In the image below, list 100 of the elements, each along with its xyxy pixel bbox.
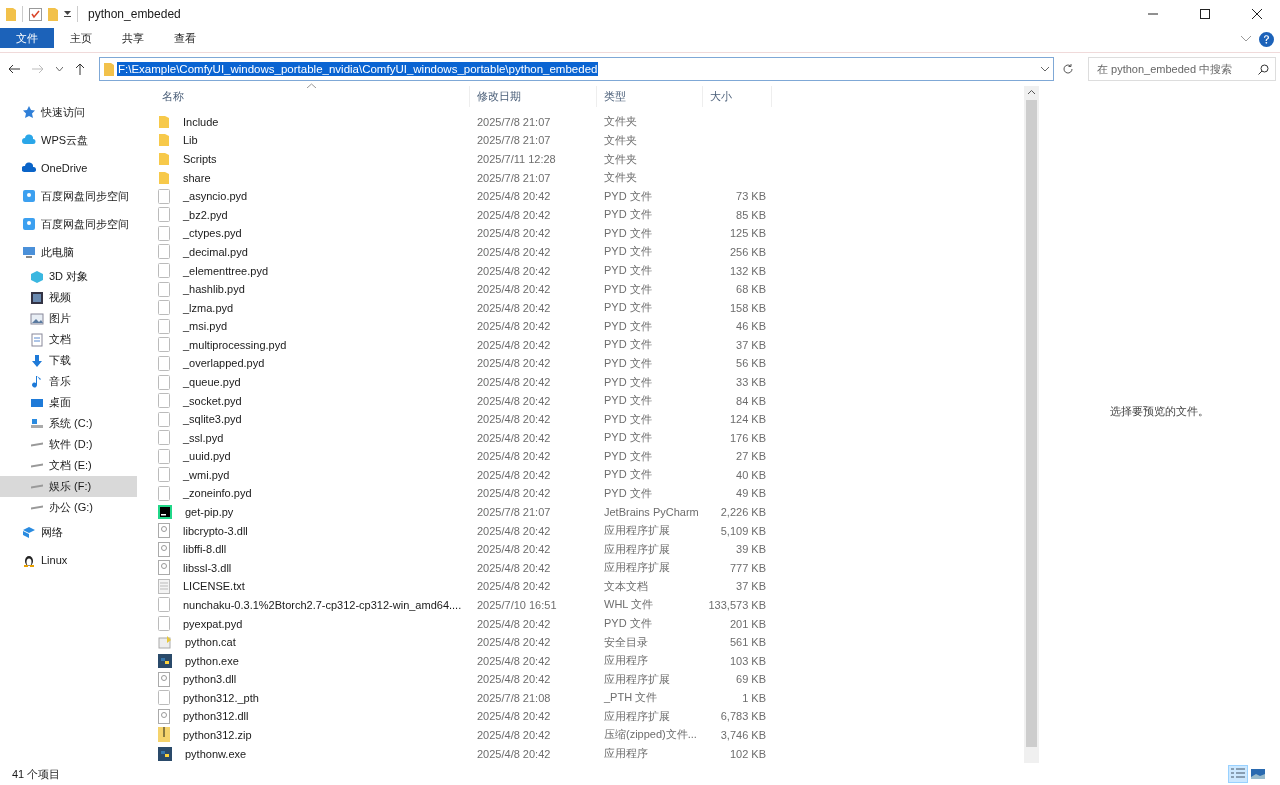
sidebar-item[interactable]: 3D 对象 xyxy=(0,266,137,287)
maximize-icon[interactable] xyxy=(1200,9,1210,19)
file-name: get-pip.py xyxy=(184,506,234,519)
close-icon[interactable] xyxy=(1252,9,1262,19)
modified-date: 2025/7/8 21:08 xyxy=(476,691,552,704)
sidebar-item[interactable]: 办公 (G:) xyxy=(0,497,137,518)
file-name: _hashlib.pyd xyxy=(182,283,245,296)
file-type: 应用程序扩展 xyxy=(603,541,671,557)
search-field[interactable]: 在 python_embeded 中搜索 xyxy=(1088,57,1276,81)
file-type: 文件夹 xyxy=(603,133,638,148)
sidebar-item[interactable]: 系统 (C:) xyxy=(0,413,137,434)
folder-icon[interactable] xyxy=(48,7,58,21)
file-type: PYD 文件 xyxy=(603,337,653,353)
file-type: WHL 文件 xyxy=(603,597,655,613)
file-type: PYD 文件 xyxy=(603,430,653,446)
properties-icon[interactable] xyxy=(29,7,42,21)
sidebar-item[interactable]: 下载 xyxy=(0,350,137,371)
sidebar-item[interactable]: 视频 xyxy=(0,287,137,308)
sidebar-item[interactable]: 娱乐 (F:) xyxy=(0,476,137,497)
file-size: 49 KB xyxy=(735,487,766,500)
modified-date: 2025/4/8 20:42 xyxy=(476,264,552,277)
modified-date: 2025/4/8 20:42 xyxy=(476,338,552,351)
file-type: 文本文档 xyxy=(603,578,649,594)
modified-date: 2025/4/8 20:42 xyxy=(476,450,552,463)
sidebar-item[interactable]: 桌面 xyxy=(0,392,137,413)
file-type: 应用程序扩展 xyxy=(603,708,671,724)
star-icon xyxy=(22,105,36,119)
sidebar-item[interactable]: 快速访问 xyxy=(0,98,137,126)
ribbon-tab[interactable]: 查看 xyxy=(160,28,210,48)
file-type: PYD 文件 xyxy=(603,188,653,204)
system-drive-icon xyxy=(30,416,44,431)
sidebar-item[interactable]: 文档 (E:) xyxy=(0,455,137,476)
modified-date: 2025/4/8 20:42 xyxy=(476,747,552,760)
modified-date: 2025/4/8 20:42 xyxy=(476,431,552,444)
file-icon xyxy=(158,318,170,334)
modified-date: 2025/4/8 20:42 xyxy=(476,301,552,314)
file-type: PYD 文件 xyxy=(603,393,653,409)
modified-date: 2025/4/8 20:42 xyxy=(476,636,552,649)
sidebar-item[interactable]: 此电脑 xyxy=(0,238,137,266)
scrollbar[interactable] xyxy=(1024,86,1039,763)
file-size: 256 KB xyxy=(728,245,766,258)
modified-date: 2025/4/8 20:42 xyxy=(476,654,552,667)
file-size: 102 KB xyxy=(728,747,766,760)
column-header[interactable]: 修改日期 xyxy=(470,86,597,107)
file-name: _queue.pyd xyxy=(182,376,241,388)
sidebar-item[interactable]: 百度网盘同步空间 xyxy=(0,210,137,238)
file-type: 应用程序扩展 xyxy=(603,560,671,576)
column-header[interactable]: 大小 xyxy=(703,86,772,107)
window-title: python_embeded xyxy=(88,7,181,21)
file-name: _decimal.pyd xyxy=(182,245,248,258)
sidebar-item[interactable]: Linux xyxy=(0,546,137,574)
file-size: 27 KB xyxy=(735,450,766,463)
column-header[interactable]: 类型 xyxy=(597,86,703,107)
folder-icon xyxy=(158,114,170,129)
sidebar-item[interactable]: 图片 xyxy=(0,308,137,329)
sidebar-item[interactable]: 软件 (D:) xyxy=(0,434,137,455)
file-type: PYD 文件 xyxy=(603,355,653,371)
file-type: 安全目录 xyxy=(603,634,649,650)
sidebar-item[interactable]: 百度网盘同步空间 xyxy=(0,182,137,210)
file-name: _ctypes.pyd xyxy=(182,227,242,240)
ribbon-tab[interactable]: 文件 xyxy=(0,28,54,48)
address-field[interactable]: F:\Example\ComfyUI_windows_portable_nvidia\ComfyUI_windows_portable\python_embeded xyxy=(99,57,1054,81)
text-file-icon xyxy=(158,578,170,594)
column-header[interactable]: 名称 xyxy=(155,86,470,107)
file-type: 文件夹 xyxy=(603,170,638,186)
dll-file-icon xyxy=(158,560,170,576)
ribbon-tab[interactable]: 主页 xyxy=(56,28,106,48)
file-type: PYD 文件 xyxy=(603,485,653,501)
sidebar-item[interactable]: OneDrive xyxy=(0,154,137,182)
modified-date: 2025/7/11 12:28 xyxy=(476,153,557,166)
modified-date: 2025/4/8 20:42 xyxy=(476,190,552,203)
penguin-icon xyxy=(22,553,36,567)
sync-folder-icon xyxy=(22,189,36,203)
file-name: _uuid.pyd xyxy=(182,450,231,463)
pycharm-icon xyxy=(158,505,172,520)
network-icon xyxy=(22,525,36,539)
image-icon xyxy=(30,311,44,326)
file-size: 85 KB xyxy=(735,208,766,221)
sidebar-item[interactable]: 文档 xyxy=(0,329,137,350)
file-size: 1 KB xyxy=(741,691,766,704)
folder-icon xyxy=(158,152,170,167)
sidebar-item[interactable]: WPS云盘 xyxy=(0,126,137,154)
file-size: 125 KB xyxy=(728,227,766,240)
search-icon xyxy=(1258,63,1269,75)
file-type: 压缩(zipped)文件... xyxy=(603,727,698,743)
modified-date: 2025/4/8 20:42 xyxy=(476,729,552,741)
file-type: PYD 文件 xyxy=(603,300,653,316)
ribbon-tab[interactable]: 共享 xyxy=(108,28,158,48)
file-name: _bz2.pyd xyxy=(182,208,228,221)
sidebar-item[interactable]: 音乐 xyxy=(0,371,137,392)
sort-icon xyxy=(307,83,316,88)
file-size: 5,109 KB xyxy=(719,524,766,537)
scroll-thumb[interactable] xyxy=(1026,100,1037,747)
file-size: 132 KB xyxy=(728,264,766,277)
file-icon xyxy=(158,281,170,297)
file-size: 103 KB xyxy=(728,654,766,667)
dropdown-icon[interactable] xyxy=(64,11,71,17)
sidebar-item[interactable]: 网络 xyxy=(0,518,137,546)
folder-icon[interactable] xyxy=(6,7,16,21)
file-size: 40 KB xyxy=(735,468,766,481)
